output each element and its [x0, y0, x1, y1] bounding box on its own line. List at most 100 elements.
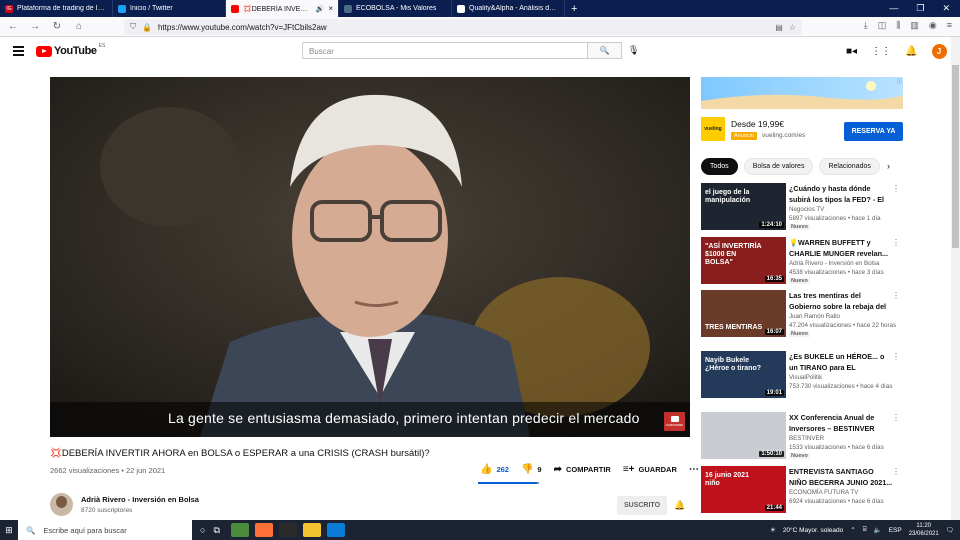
- ad-banner[interactable]: [701, 77, 903, 109]
- user-avatar[interactable]: J: [931, 44, 947, 59]
- ad-logo[interactable]: vueling: [701, 117, 725, 141]
- recommended-channel[interactable]: Juan Ramón Rallo: [789, 313, 840, 320]
- download-icon[interactable]: ⤓: [864, 20, 868, 31]
- filter-chip[interactable]: Relacionados: [819, 158, 880, 175]
- channel-avatar[interactable]: [50, 493, 73, 516]
- recommended-title[interactable]: ¿Cuándo y hasta dónde subirá los tipos l…: [789, 183, 893, 205]
- recommended-title[interactable]: 💡WARREN BUFFETT y CHARLIE MUNGER revelan…: [789, 237, 893, 259]
- edge-icon[interactable]: [326, 523, 345, 537]
- page-scrollbar[interactable]: [951, 37, 960, 521]
- task-view-icon[interactable]: ⧉: [213, 525, 219, 536]
- back-icon[interactable]: ←: [6, 21, 20, 32]
- recommended-channel[interactable]: VisualPolitik: [789, 374, 822, 381]
- recommended-channel[interactable]: ECONOMÍA FUTURA TV: [789, 489, 858, 496]
- url-text[interactable]: https://www.youtube.com/watch?v=JFtCbils…: [158, 23, 769, 32]
- speaker-icon[interactable]: 🔊: [316, 5, 325, 13]
- more-vert-icon[interactable]: ⋮: [892, 467, 900, 476]
- recommended-video[interactable]: 16 junio 2021 niño 21:44 ENTREVISTA SANTIA…: [701, 466, 901, 524]
- search-button[interactable]: 🔍: [588, 42, 622, 59]
- taskbar-app-icon[interactable]: [230, 523, 249, 537]
- more-vert-icon[interactable]: ⋮: [892, 238, 900, 247]
- more-vert-icon[interactable]: ⋮: [892, 184, 900, 193]
- recommended-title[interactable]: Las tres mentiras del Gobierno sobre la …: [789, 290, 893, 312]
- recommended-channel[interactable]: BESTINVER: [789, 435, 824, 442]
- share-button[interactable]: ➦ COMPARTIR: [554, 464, 611, 475]
- close-window-icon[interactable]: ✕: [942, 3, 950, 14]
- recommended-video[interactable]: Nayib Bukele ¿Héroe o tirano? 19:01 ¿Es BU…: [701, 351, 901, 409]
- video-thumbnail[interactable]: "ASÍ INVERTIRÍA $1000 EN BOLSA" 16:35: [701, 237, 786, 284]
- channel-bell-icon[interactable]: 🔔: [674, 500, 685, 511]
- firefox-icon[interactable]: [254, 523, 273, 537]
- notifications-icon[interactable]: 🗨: [946, 526, 954, 534]
- apps-grid-icon[interactable]: ⋮⋮: [871, 46, 891, 57]
- reader-icon[interactable]: ▤: [775, 23, 783, 32]
- account-icon[interactable]: ◉: [929, 20, 937, 31]
- ad-info-icon[interactable]: ⓘ: [897, 78, 902, 85]
- home-icon[interactable]: ⌂: [72, 21, 86, 32]
- maximize-icon[interactable]: ❐: [916, 3, 924, 14]
- shield-icon[interactable]: ⛉: [130, 22, 136, 32]
- more-vert-icon[interactable]: ⋮: [892, 352, 900, 361]
- file-explorer-icon[interactable]: [302, 523, 321, 537]
- network-icon[interactable]: ⌸: [863, 526, 867, 534]
- more-actions-button[interactable]: ⋯: [689, 464, 699, 475]
- cortana-icon[interactable]: ○: [200, 525, 205, 535]
- subscribe-watermark[interactable]: SUBSCRIBE: [664, 412, 685, 431]
- recommended-title[interactable]: ¿Es BUKELE un HÉROE... o un TIRANO para …: [789, 351, 893, 373]
- dislike-button[interactable]: 👎 9: [521, 464, 542, 475]
- hamburger-menu-icon[interactable]: [13, 46, 24, 58]
- forward-icon[interactable]: →: [28, 21, 42, 32]
- library-icon[interactable]: ⫼: [896, 20, 900, 31]
- language-indicator[interactable]: ESP: [889, 527, 902, 534]
- notifications-bell-icon[interactable]: 🔔: [905, 46, 917, 57]
- weather-icon[interactable]: ☀: [770, 526, 776, 534]
- search-input[interactable]: Buscar: [302, 42, 588, 59]
- video-thumbnail[interactable]: TRES MENTIRAS 16:07: [701, 290, 786, 337]
- tray-chevron-icon[interactable]: ⌃: [850, 526, 855, 534]
- recommended-title[interactable]: XX Conferencia Anual de Inversores – BES…: [789, 412, 893, 434]
- reload-icon[interactable]: ↻: [50, 21, 64, 32]
- microphone-icon[interactable]: 🎙: [628, 45, 639, 56]
- channel-name[interactable]: Adrià Rivero - Inversión en Bolsa: [81, 495, 199, 504]
- browser-tab[interactable]: ECOBOLSA - Mis Valores: [339, 0, 452, 17]
- pocket-icon[interactable]: ◫: [878, 20, 887, 31]
- video-thumbnail[interactable]: Nayib Bukele ¿Héroe o tirano? 19:01: [701, 351, 786, 398]
- video-thumbnail[interactable]: el juego de la manipulación 1:24:10: [701, 183, 786, 230]
- address-bar[interactable]: ⛉ 🔒 https://www.youtube.com/watch?v=JFtC…: [124, 19, 802, 35]
- volume-icon[interactable]: 🔈: [874, 526, 882, 534]
- close-tab-icon[interactable]: ×: [328, 4, 333, 13]
- menu-icon[interactable]: ≡: [947, 20, 952, 31]
- recommended-video[interactable]: 1:50:10 XX Conferencia Anual de Inversore…: [701, 412, 901, 470]
- browser-tab[interactable]: 💢DEBERÍA INVERTIR AHORA 🔊×: [226, 0, 339, 17]
- browser-tab[interactable]: Inicio / Twitter: [113, 0, 226, 17]
- weather-text[interactable]: 20°C Mayor. soleado: [783, 527, 843, 534]
- new-tab-button[interactable]: +: [565, 3, 583, 15]
- video-thumbnail[interactable]: 16 junio 2021 niño 21:44: [701, 466, 786, 513]
- create-video-icon[interactable]: ■◂: [846, 46, 857, 57]
- recommended-channel[interactable]: Negocios TV: [789, 206, 824, 213]
- bookmark-star-icon[interactable]: ☆: [789, 23, 796, 32]
- recommended-video[interactable]: TRES MENTIRAS 16:07 Las tres mentiras del …: [701, 290, 901, 348]
- browser-tab[interactable]: Quality&Alpha - Análisis de em: [452, 0, 565, 17]
- recommended-video[interactable]: el juego de la manipulación 1:24:10 ¿Cuánd…: [701, 183, 901, 241]
- taskbar-search[interactable]: 🔍 Escribe aquí para buscar: [18, 520, 192, 540]
- chips-next-icon[interactable]: ›: [887, 161, 890, 171]
- filter-chip[interactable]: Todos: [701, 158, 738, 175]
- windows-start-icon[interactable]: ⊞: [0, 525, 18, 536]
- recommended-channel[interactable]: Adrià Rivero - Inversión en Bolsa: [789, 260, 879, 267]
- scrollbar-thumb[interactable]: [952, 65, 959, 248]
- save-button[interactable]: ≡+ GUARDAR: [623, 464, 677, 475]
- filter-chip[interactable]: Bolsa de valores: [743, 158, 814, 175]
- more-vert-icon[interactable]: ⋮: [892, 413, 900, 422]
- youtube-logo[interactable]: YouTube ES: [36, 43, 105, 57]
- browser-tab[interactable]: IG Plataforma de trading de IG | C: [0, 0, 113, 17]
- taskbar-app-icon[interactable]: [278, 523, 297, 537]
- ad-cta-button[interactable]: RESERVA YA: [844, 122, 903, 141]
- sidebar-icon[interactable]: ▥: [910, 20, 919, 31]
- minimize-icon[interactable]: —: [889, 3, 898, 14]
- more-vert-icon[interactable]: ⋮: [892, 291, 900, 300]
- like-button[interactable]: 👍 262: [480, 464, 509, 475]
- recommended-video[interactable]: "ASÍ INVERTIRÍA $1000 EN BOLSA" 16:35 💡WAR…: [701, 237, 901, 295]
- clock[interactable]: 11:20 23/06/2021: [909, 522, 939, 538]
- subscribe-button[interactable]: SUSCRITO: [617, 496, 667, 515]
